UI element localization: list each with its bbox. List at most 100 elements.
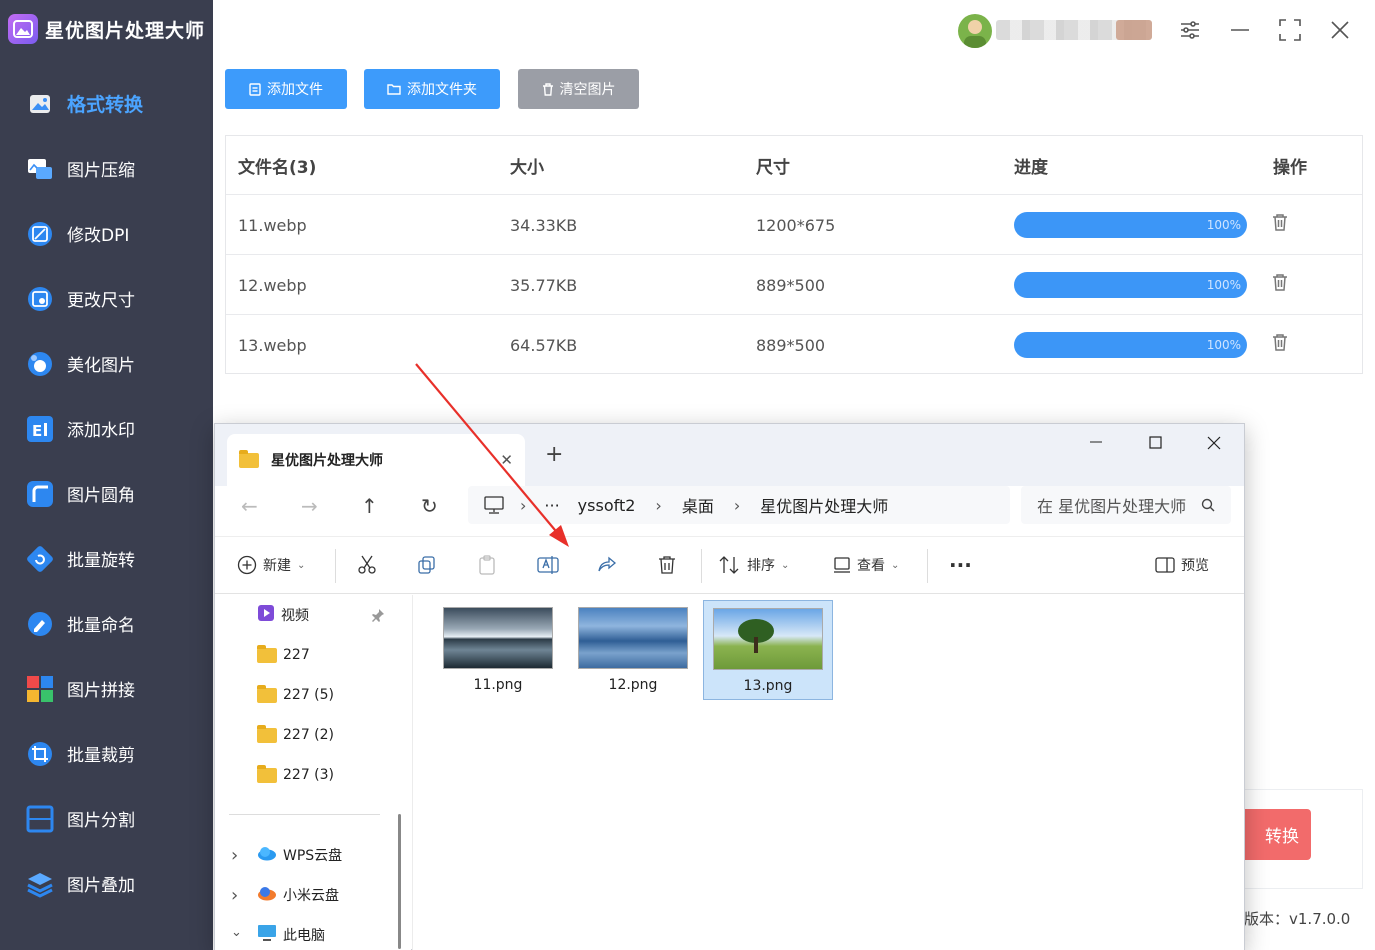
new-tab-button[interactable]: + bbox=[545, 442, 563, 467]
sidebar-item-4[interactable]: 美化图片 bbox=[0, 331, 213, 396]
breadcrumb-item[interactable]: yssoft2 bbox=[578, 496, 636, 515]
breadcrumb-more[interactable]: ··· bbox=[544, 496, 559, 515]
sidebar-item-11[interactable]: 图片分割 bbox=[0, 786, 213, 851]
sidebar-item-5[interactable]: E 添加水印 bbox=[0, 396, 213, 461]
convert-button[interactable]: 转换 bbox=[1243, 809, 1311, 860]
layers-icon bbox=[24, 868, 56, 900]
round-corner-icon bbox=[24, 478, 56, 510]
file-dims: 889*500 bbox=[756, 275, 826, 295]
delete-row-icon[interactable] bbox=[1272, 273, 1292, 293]
file-table: 文件名(3) 大小 尺寸 进度 操作 11.webp 34.33KB 1200*… bbox=[225, 135, 1363, 374]
cut-icon[interactable] bbox=[357, 555, 377, 575]
explorer-window: 星优图片处理大师 ✕ + ← → ↑ ↻ › ··· yssoft2 › 桌面 … bbox=[214, 423, 1245, 950]
explorer-tab[interactable]: 星优图片处理大师 ✕ bbox=[227, 434, 525, 486]
nav-pane-item[interactable]: WPS云盘 bbox=[257, 835, 342, 875]
col-header-size: 大小 bbox=[510, 157, 544, 178]
avatar[interactable] bbox=[958, 14, 992, 48]
delete-row-icon[interactable] bbox=[1272, 333, 1292, 353]
explorer-maximize-icon[interactable] bbox=[1149, 435, 1163, 454]
more-options-icon[interactable]: ··· bbox=[949, 553, 972, 577]
share-icon[interactable] bbox=[597, 555, 617, 575]
nav-scrollbar[interactable] bbox=[398, 814, 401, 949]
nav-pane-item[interactable]: 227 bbox=[257, 635, 310, 675]
this-pc-icon bbox=[257, 924, 277, 946]
file-size: 64.57KB bbox=[510, 335, 578, 355]
sidebar-item-2[interactable]: 修改DPI bbox=[0, 201, 213, 266]
beautify-icon bbox=[24, 348, 56, 380]
nav-pane-item[interactable]: 227 (5) bbox=[257, 675, 334, 715]
sidebar-item-6[interactable]: 图片圆角 bbox=[0, 461, 213, 526]
tab-close-icon[interactable]: ✕ bbox=[500, 451, 513, 469]
file-dims: 889*500 bbox=[756, 335, 826, 355]
nav-pane-item[interactable]: 此电脑 bbox=[257, 915, 325, 950]
forward-arrow-icon[interactable]: → bbox=[301, 494, 318, 518]
address-bar[interactable]: › ··· yssoft2 › 桌面 › 星优图片处理大师 bbox=[468, 486, 1010, 524]
nav-pane-item[interactable]: 小米云盘 bbox=[257, 875, 339, 915]
folder-icon bbox=[239, 449, 259, 468]
chevron-right-icon[interactable]: › bbox=[231, 885, 238, 906]
command-bar: 新建 ⌄ 排序 ⌄ 查看 ⌄ ··· 预览 bbox=[215, 536, 1244, 594]
close-icon[interactable] bbox=[1325, 15, 1355, 45]
preview-button[interactable]: 预览 bbox=[1155, 555, 1209, 575]
image-thumbnail bbox=[713, 608, 823, 670]
nav-pane-label: 227 (5) bbox=[283, 687, 335, 703]
table-row: 12.webp 35.77KB 889*500 100% bbox=[226, 254, 1362, 314]
image-convert-icon bbox=[24, 88, 56, 120]
fullscreen-icon[interactable] bbox=[1275, 15, 1305, 45]
delete-icon[interactable] bbox=[657, 555, 677, 575]
plus-circle-icon bbox=[237, 555, 257, 575]
add-folder-button[interactable]: 添加文件夹 bbox=[364, 69, 500, 109]
search-placeholder: 在 星优图片处理大师 bbox=[1037, 497, 1187, 516]
file-item[interactable]: 13.png bbox=[703, 600, 833, 700]
divider bbox=[701, 549, 702, 583]
search-input[interactable]: 在 星优图片处理大师 bbox=[1021, 486, 1231, 524]
explorer-minimize-icon[interactable] bbox=[1089, 432, 1111, 454]
delete-row-icon[interactable] bbox=[1272, 213, 1292, 233]
up-arrow-icon[interactable]: ↑ bbox=[361, 494, 378, 518]
chevron-down-icon[interactable]: ⌄ bbox=[231, 925, 242, 940]
breadcrumb-item[interactable]: 星优图片处理大师 bbox=[760, 493, 888, 517]
sidebar-item-12[interactable]: 图片叠加 bbox=[0, 851, 213, 916]
clear-images-button[interactable]: 清空图片 bbox=[518, 69, 639, 109]
sidebar-item-7[interactable]: 批量旋转 bbox=[0, 526, 213, 591]
sidebar-item-8[interactable]: 批量命名 bbox=[0, 591, 213, 656]
file-item[interactable]: 11.png bbox=[433, 600, 563, 700]
new-button[interactable]: 新建 ⌄ bbox=[237, 555, 305, 575]
sort-label: 排序 bbox=[747, 558, 775, 574]
navigation-pane: 视频 227 227 (5) 227 (2) 227 (3) WPS云盘 › 小米云盘 › 此电脑… bbox=[215, 595, 411, 950]
resize-icon bbox=[24, 283, 56, 315]
paste-icon[interactable] bbox=[477, 555, 497, 575]
divider bbox=[229, 814, 380, 815]
copy-icon[interactable] bbox=[417, 555, 437, 575]
sidebar-item-0[interactable]: 格式转换 bbox=[0, 71, 213, 136]
breadcrumb-item[interactable]: 桌面 bbox=[682, 493, 714, 517]
sidebar-item-9[interactable]: 图片拼接 bbox=[0, 656, 213, 721]
file-item[interactable]: 12.png bbox=[568, 600, 698, 700]
nav-pane-item[interactable]: 227 (3) bbox=[257, 755, 334, 795]
explorer-tab-title: 星优图片处理大师 bbox=[271, 453, 383, 469]
minimize-icon[interactable] bbox=[1225, 15, 1255, 45]
pin-icon[interactable] bbox=[371, 607, 385, 626]
breadcrumb-chevron: › bbox=[655, 495, 662, 515]
view-button[interactable]: 查看 ⌄ bbox=[833, 555, 899, 575]
back-arrow-icon[interactable]: ← bbox=[241, 494, 258, 518]
sidebar-item-1[interactable]: 图片压缩 bbox=[0, 136, 213, 201]
explorer-close-icon[interactable] bbox=[1207, 435, 1221, 454]
rename-icon[interactable] bbox=[537, 555, 559, 575]
file-icon bbox=[249, 82, 261, 96]
file-name: 11.webp bbox=[238, 215, 307, 235]
refresh-icon[interactable]: ↻ bbox=[421, 494, 438, 518]
nav-pane-item[interactable]: 227 (2) bbox=[257, 715, 334, 755]
nav-pane-item[interactable]: 视频 bbox=[257, 595, 309, 635]
sort-button[interactable]: 排序 ⌄ bbox=[719, 555, 789, 575]
settings-sliders-icon[interactable] bbox=[1175, 15, 1205, 45]
rotate-icon bbox=[24, 543, 56, 575]
chevron-right-icon[interactable]: › bbox=[231, 845, 238, 866]
add-file-button[interactable]: 添加文件 bbox=[225, 69, 347, 109]
watermark-icon: E bbox=[24, 413, 56, 445]
sidebar-item-3[interactable]: 更改尺寸 bbox=[0, 266, 213, 331]
file-name-label: 11.png bbox=[473, 677, 523, 693]
file-size: 35.77KB bbox=[510, 275, 578, 295]
sidebar-item-10[interactable]: 批量裁剪 bbox=[0, 721, 213, 786]
add-file-label: 添加文件 bbox=[267, 82, 323, 98]
